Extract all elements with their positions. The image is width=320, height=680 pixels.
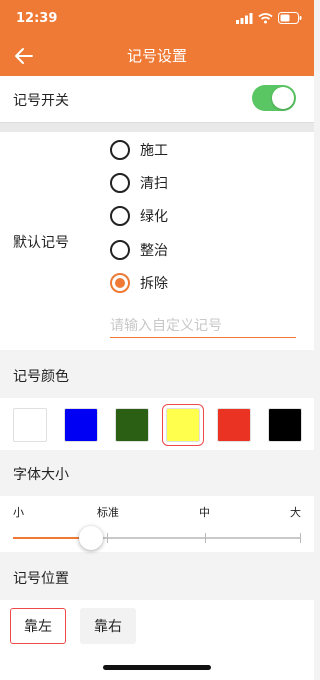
color-swatch-green[interactable] <box>115 408 149 442</box>
default-mark-label: 默认记号 <box>13 235 69 251</box>
radio-label: 绿化 <box>140 209 168 225</box>
signal-icon <box>236 12 253 24</box>
mark-color-label: 记号颜色 <box>13 369 69 385</box>
color-swatch-black[interactable] <box>268 408 302 442</box>
color-swatches <box>0 398 314 450</box>
slider-tick <box>205 533 206 543</box>
font-size-header: 字体大小 <box>0 452 314 496</box>
tick-label-standard: 标准 <box>97 506 119 519</box>
mark-switch-toggle[interactable] <box>252 85 296 111</box>
font-size-label: 字体大小 <box>13 467 69 483</box>
slider-tick <box>107 533 108 543</box>
tick-label-small: 小 <box>13 506 24 519</box>
radio-circle <box>110 206 130 226</box>
app-header: 12:39 记号设置 <box>0 0 314 76</box>
radio-option-qingsao[interactable]: 清扫 <box>110 171 168 195</box>
battery-icon <box>278 12 302 24</box>
radio-circle <box>110 240 130 260</box>
color-swatch-blue[interactable] <box>64 408 98 442</box>
mark-position-header: 记号位置 <box>0 556 314 600</box>
tick-label-medium: 中 <box>199 506 210 519</box>
mark-position-label: 记号位置 <box>13 571 69 587</box>
radio-option-chaichu[interactable]: 拆除 <box>110 271 168 295</box>
toggle-knob <box>272 87 294 109</box>
page-title: 记号设置 <box>126 47 187 65</box>
color-swatch-white[interactable] <box>13 408 47 442</box>
radio-label: 整治 <box>140 243 168 259</box>
radio-option-lvhua[interactable]: 绿化 <box>110 204 168 228</box>
position-right-button[interactable]: 靠右 <box>80 608 136 644</box>
slider-tick <box>300 533 301 543</box>
radio-label: 施工 <box>140 143 168 159</box>
radio-label: 拆除 <box>140 276 168 292</box>
divider <box>0 122 314 132</box>
radio-circle-checked <box>110 273 130 293</box>
radio-option-shigong[interactable]: 施工 <box>110 138 168 162</box>
color-swatch-yellow[interactable] <box>162 404 204 446</box>
home-indicator <box>103 665 211 670</box>
wifi-icon <box>258 12 273 23</box>
default-mark-section: 默认记号 施工 清扫 绿化 整治 拆除 <box>0 132 314 350</box>
mark-switch-label: 记号开关 <box>13 93 69 109</box>
tick-label-large: 大 <box>290 506 301 519</box>
position-left-button[interactable]: 靠左 <box>10 608 66 644</box>
radio-circle <box>110 173 130 193</box>
font-size-slider-section: 小 标准 中 大 <box>0 496 314 552</box>
radio-option-zhengzhi[interactable]: 整治 <box>110 238 168 262</box>
mark-switch-row: 记号开关 <box>0 76 314 122</box>
slider-thumb[interactable] <box>79 526 103 550</box>
radio-label: 清扫 <box>140 176 168 192</box>
radio-circle <box>110 140 130 160</box>
color-swatch-red[interactable] <box>217 408 251 442</box>
status-icons <box>236 12 302 24</box>
mark-color-header: 记号颜色 <box>0 354 314 398</box>
custom-mark-input[interactable] <box>110 314 296 338</box>
status-time: 12:39 <box>16 11 58 26</box>
